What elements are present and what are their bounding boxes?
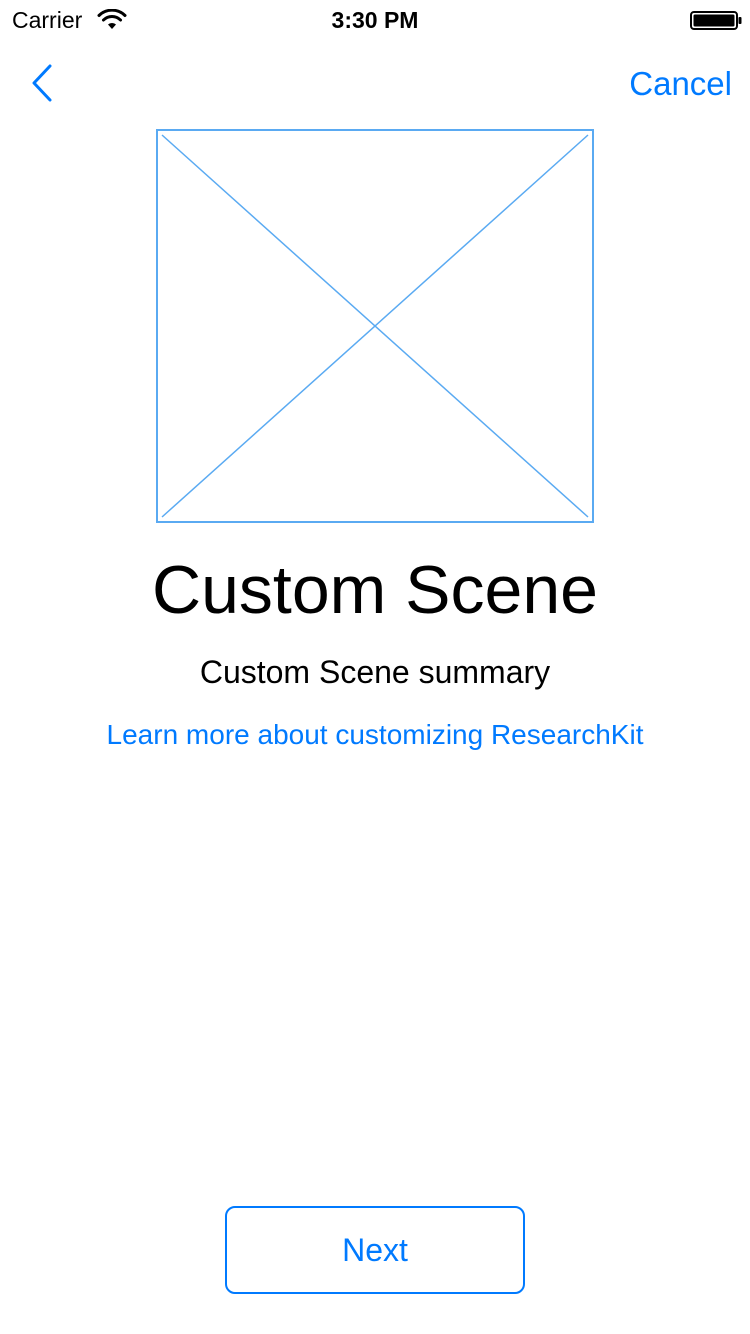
next-button[interactable]: Next xyxy=(225,1206,525,1294)
chevron-left-icon xyxy=(32,64,52,102)
cancel-button[interactable]: Cancel xyxy=(629,62,732,106)
back-button[interactable] xyxy=(22,58,66,108)
page-title: Custom Scene xyxy=(152,552,598,628)
status-bar: Carrier 3:30 PM xyxy=(0,0,750,40)
battery-icon xyxy=(690,11,742,30)
next-button-label: Next xyxy=(342,1231,408,1268)
summary-text: Custom Scene summary xyxy=(199,654,551,690)
learn-more-link[interactable]: Learn more about customizing ResearchKit xyxy=(0,716,750,754)
clock: 3:30 PM xyxy=(331,7,419,33)
placeholder-image-icon xyxy=(156,129,594,523)
